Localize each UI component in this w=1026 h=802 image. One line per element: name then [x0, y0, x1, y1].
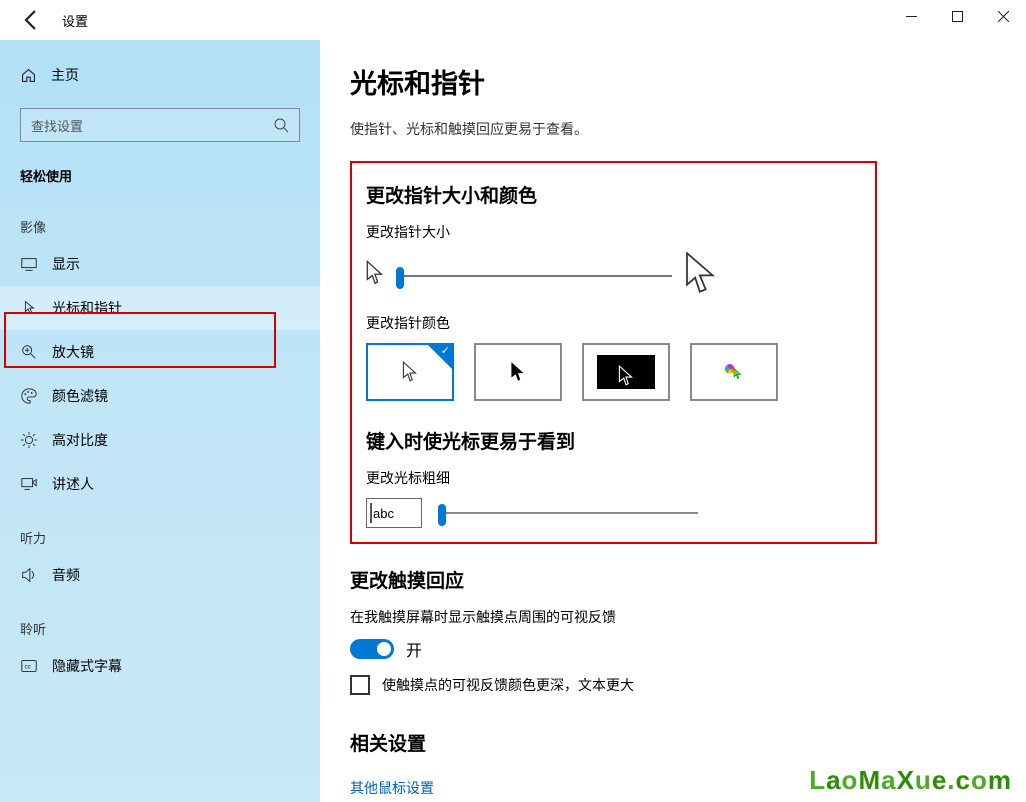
search-icon [274, 118, 289, 133]
pointer-color-options [366, 343, 861, 401]
pointer-size-slider[interactable] [396, 264, 672, 288]
palette-icon [20, 387, 38, 405]
window-title: 设置 [62, 11, 88, 30]
label-touch-feedback: 在我触摸屏幕时显示触摸点周围的可视反馈 [350, 607, 986, 627]
sidebar-item-label: 音频 [52, 565, 80, 585]
page-subtitle: 使指针、光标和触摸回应更易于查看。 [350, 119, 986, 139]
group-interaction: 聆听 [0, 597, 320, 644]
label-pointer-size: 更改指针大小 [366, 222, 861, 242]
minimize-button[interactable] [888, 0, 934, 32]
content-area: 光标和指针 使指针、光标和触摸回应更易于查看。 更改指针大小和颜色 更改指针大小… [320, 40, 1026, 802]
maximize-button[interactable] [934, 0, 980, 32]
cursor-large-icon [684, 252, 718, 299]
contrast-icon [20, 431, 38, 449]
sidebar-item-narrator[interactable]: 讲述人 [0, 462, 320, 506]
pointer-color-inverted[interactable] [582, 343, 670, 401]
link-other-mouse-settings[interactable]: 其他鼠标设置 [350, 778, 434, 798]
sidebar-home-label: 主页 [51, 65, 79, 85]
abc-text: abc [373, 506, 394, 521]
label-cursor-thickness: 更改光标粗细 [366, 468, 861, 488]
touch-feedback-toggle[interactable] [350, 639, 394, 659]
sidebar-category: 轻松使用 [0, 142, 320, 195]
sidebar-item-magnifier[interactable]: 放大镜 [0, 330, 320, 374]
label-pointer-color: 更改指针颜色 [366, 313, 861, 333]
monitor-icon [20, 255, 38, 273]
annotation-highlight-main: 更改指针大小和颜色 更改指针大小 更改指针颜色 [350, 161, 877, 544]
pointer-color-white[interactable] [366, 343, 454, 401]
cursor-thickness-preview: abc [366, 498, 422, 528]
sidebar-item-label: 颜色滤镜 [52, 386, 108, 406]
magnifier-icon [20, 343, 38, 361]
sidebar-item-captions[interactable]: cc 隐藏式字幕 [0, 644, 320, 688]
sidebar-home[interactable]: 主页 [0, 60, 320, 90]
speaker-icon [20, 566, 38, 584]
cursor-small-icon [366, 260, 384, 291]
sidebar-item-cursor[interactable]: 光标和指针 [0, 286, 320, 330]
search-placeholder: 查找设置 [31, 116, 83, 135]
section-size-color: 更改指针大小和颜色 [366, 181, 861, 208]
darker-feedback-checkbox[interactable] [350, 675, 370, 695]
window-controls [888, 0, 1026, 32]
search-input[interactable]: 查找设置 [20, 108, 300, 142]
sidebar-item-label: 放大镜 [52, 342, 94, 362]
sidebar-item-label: 高对比度 [52, 430, 108, 450]
captions-icon: cc [20, 657, 38, 675]
group-hearing: 听力 [0, 506, 320, 553]
pointer-color-black[interactable] [474, 343, 562, 401]
svg-text:cc: cc [25, 664, 31, 671]
sidebar-item-display[interactable]: 显示 [0, 242, 320, 286]
section-touch: 更改触摸回应 [350, 566, 986, 593]
titlebar: 设置 [0, 0, 1026, 40]
sidebar-item-label: 隐藏式字幕 [52, 656, 122, 676]
pointer-size-row [366, 252, 861, 299]
cursor-thickness-slider[interactable] [438, 501, 698, 525]
cursor-thickness-row: abc [366, 498, 861, 528]
sidebar-item-contrast[interactable]: 高对比度 [0, 418, 320, 462]
section-typing-cursor: 键入时使光标更易于看到 [366, 427, 861, 454]
sidebar-item-label: 光标和指针 [52, 298, 122, 318]
group-visual: 影像 [0, 195, 320, 242]
darker-feedback-label: 使触摸点的可视反馈颜色更深，文本更大 [382, 675, 634, 695]
sidebar-item-colorfilter[interactable]: 颜色滤镜 [0, 374, 320, 418]
sidebar-item-label: 显示 [52, 254, 80, 274]
close-button[interactable] [980, 0, 1026, 32]
sidebar: 主页 查找设置 轻松使用 影像 显示 光标和指针 放大镜 颜色滤镜 高对比度 [0, 40, 320, 802]
watermark: LaoMaXue.com [809, 765, 1012, 796]
pointer-color-custom[interactable] [690, 343, 778, 401]
section-related: 相关设置 [350, 729, 986, 756]
sidebar-item-label: 讲述人 [52, 474, 94, 494]
page-title: 光标和指针 [350, 62, 986, 101]
narrator-icon [20, 475, 38, 493]
toggle-state-label: 开 [406, 637, 422, 661]
cursor-pointer-icon [20, 299, 38, 317]
back-button[interactable] [20, 8, 44, 32]
sidebar-item-audio[interactable]: 音频 [0, 553, 320, 597]
